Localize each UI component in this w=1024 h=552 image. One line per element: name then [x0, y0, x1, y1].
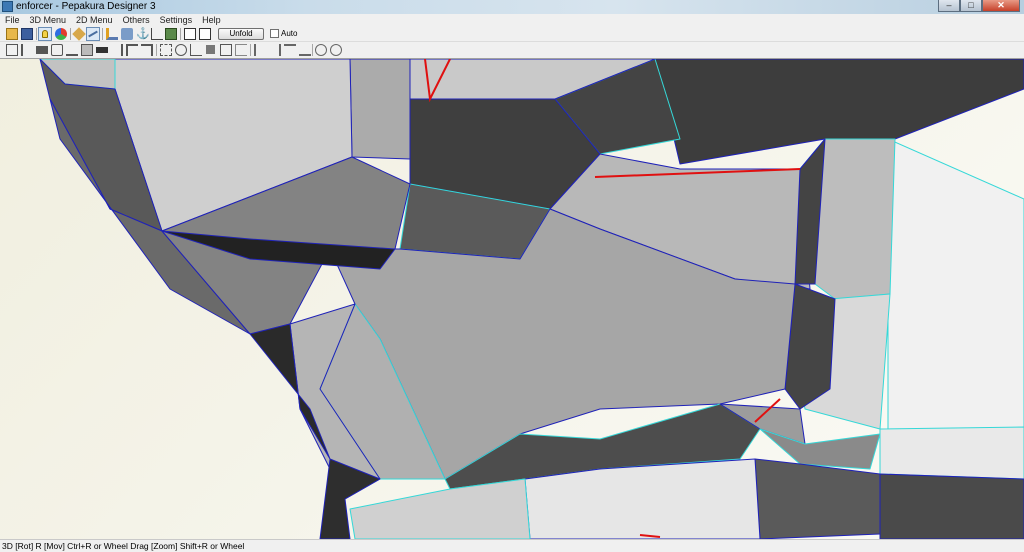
select-icon[interactable] [6, 44, 18, 56]
edit-toolbar [0, 42, 1024, 59]
menu-help[interactable]: Help [197, 14, 226, 27]
align-bottom-icon[interactable] [299, 44, 311, 56]
menu-others[interactable]: Others [118, 14, 155, 27]
rotate-icon[interactable] [21, 44, 33, 56]
menu-bar: File 3D Menu 2D Menu Others Settings Hel… [0, 14, 1024, 27]
close-button[interactable]: ✕ [982, 0, 1020, 12]
toolbar-separator [156, 44, 157, 56]
3d-viewport[interactable] [0, 59, 1024, 539]
flag-icon[interactable] [165, 28, 177, 40]
toolbar-separator [70, 28, 71, 40]
paper-shape-icon[interactable] [72, 27, 86, 41]
texture-color-icon[interactable] [55, 28, 67, 40]
frame-icon[interactable] [220, 44, 232, 56]
menu-2d[interactable]: 2D Menu [71, 14, 118, 27]
slot-icon[interactable] [96, 47, 108, 53]
unfold-button[interactable]: Unfold [218, 28, 264, 40]
zoom-out-icon[interactable] [330, 44, 342, 56]
measure-icon[interactable] [190, 44, 202, 56]
mesh-face [349, 478, 531, 539]
mesh-face [879, 426, 1024, 480]
redo-icon[interactable] [141, 44, 153, 56]
menu-3d[interactable]: 3D Menu [25, 14, 72, 27]
align-icon[interactable] [151, 28, 163, 40]
mesh-face [349, 59, 411, 160]
zoom-icon[interactable] [175, 44, 187, 56]
single-window-icon[interactable] [184, 28, 196, 40]
toolbar-separator [102, 28, 103, 40]
maximize-button[interactable]: □ [960, 0, 982, 12]
close-icon: ✕ [997, 0, 1005, 10]
menu-settings[interactable]: Settings [155, 14, 198, 27]
mesh-canvas [39, 59, 1024, 539]
toolbar-separator [312, 44, 313, 56]
mesh-face [754, 458, 881, 539]
join-faces-icon[interactable] [36, 46, 48, 54]
title-bar[interactable]: enforcer - Pepakura Designer 3 – □ ✕ [0, 0, 1024, 14]
auto-checkbox[interactable] [270, 29, 279, 38]
align-right-icon[interactable] [269, 44, 281, 56]
box-select-icon[interactable] [160, 44, 172, 56]
app-icon [2, 1, 13, 12]
edge-view-icon [88, 30, 98, 38]
split-window-icon[interactable] [199, 28, 211, 40]
lightbulb-button[interactable] [38, 27, 52, 41]
anchor-icon[interactable]: ⚓ [136, 28, 150, 40]
toolbar-separator [36, 28, 37, 40]
bracket-icon[interactable] [235, 44, 247, 56]
flap-icon[interactable] [66, 44, 78, 56]
open-folder-icon[interactable] [6, 28, 18, 40]
edit-flap-icon[interactable] [81, 44, 93, 56]
undo-icon[interactable] [126, 44, 138, 56]
minimize-button[interactable]: – [938, 0, 960, 12]
toolbar-separator [250, 44, 251, 56]
cube-icon[interactable] [121, 28, 133, 40]
align-top-icon[interactable] [284, 44, 296, 56]
status-bar: 3D [Rot] R [Mov] Ctrl+R or Wheel Drag [Z… [0, 539, 1024, 552]
maximize-icon: □ [968, 0, 974, 10]
window-title: enforcer - Pepakura Designer 3 [16, 1, 156, 12]
menu-file[interactable]: File [0, 14, 25, 27]
mesh-face [879, 473, 1024, 539]
auto-label: Auto [281, 29, 298, 38]
window-controls: – □ ✕ [938, 0, 1020, 12]
zoom-in-icon[interactable] [315, 44, 327, 56]
lightbulb-icon [42, 30, 48, 38]
minimize-icon: – [946, 0, 952, 10]
move-parts-icon[interactable] [51, 44, 63, 56]
mesh-face [887, 138, 1024, 430]
save-icon[interactable] [21, 28, 33, 40]
view-edges-button[interactable] [86, 27, 100, 41]
fill-icon[interactable] [206, 45, 215, 54]
align-left-icon[interactable] [254, 44, 266, 56]
dimension-icon[interactable] [111, 44, 123, 56]
toolbar-separator [180, 28, 181, 40]
pencil-icon[interactable] [106, 28, 118, 40]
main-toolbar: ⚓ Unfold Auto [0, 27, 1024, 42]
